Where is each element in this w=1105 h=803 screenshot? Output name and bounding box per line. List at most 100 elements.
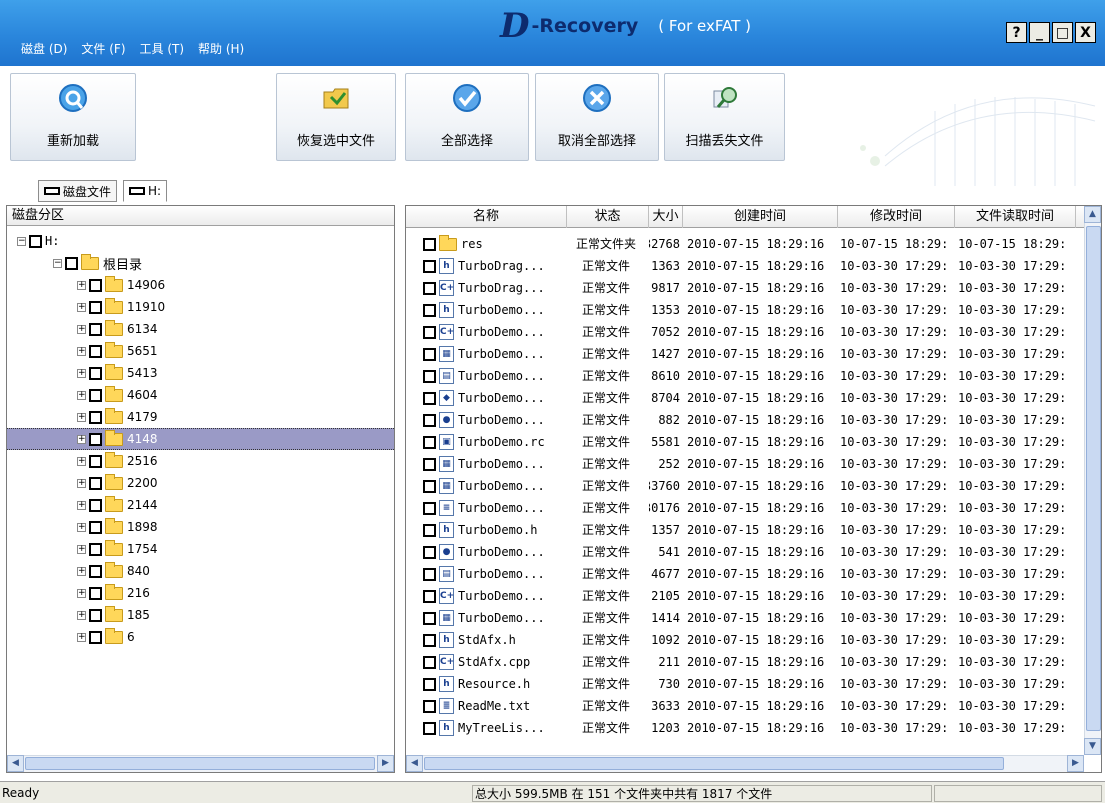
checkbox[interactable]	[423, 523, 436, 537]
scroll-right-arrow-icon[interactable]: ▶	[377, 755, 394, 772]
tree-node-folder[interactable]: +840	[7, 560, 394, 582]
expand-icon[interactable]: +	[77, 346, 86, 356]
checkbox[interactable]	[423, 391, 436, 405]
checkbox[interactable]	[423, 347, 436, 361]
help-button[interactable]: ?	[1006, 22, 1027, 43]
file-row[interactable]: ≡ TurboDemo... 正常文件 30176 2010-07-15 18:29:1…	[406, 497, 1082, 519]
checkbox[interactable]	[29, 234, 42, 248]
tree-node-folder[interactable]: +1754	[7, 538, 394, 560]
scroll-up-arrow-icon[interactable]: ▲	[1084, 206, 1101, 223]
menu-disk[interactable]: 磁盘 (D)	[21, 40, 67, 57]
column-modified[interactable]: 修改时间	[838, 206, 955, 228]
checkbox[interactable]	[89, 322, 102, 336]
checkbox[interactable]	[65, 256, 78, 270]
checkbox[interactable]	[423, 655, 436, 669]
maximize-button[interactable]: □	[1052, 22, 1073, 43]
tree-node-folder[interactable]: +2516	[7, 450, 394, 472]
list-horizontal-scrollbar[interactable]: ◀ ▶	[406, 755, 1084, 772]
checkbox[interactable]	[89, 278, 102, 292]
file-row[interactable]: ▦ TurboDemo... 正常文件 1427 2010-07-15 18:29:16…	[406, 343, 1082, 365]
column-name[interactable]: 名称	[406, 206, 567, 228]
file-row[interactable]: ▦ TurboDemo... 正常文件 33760 2010-07-15 18:29:1…	[406, 475, 1082, 497]
checkbox[interactable]	[89, 520, 102, 534]
tree-node-folder[interactable]: +4604	[7, 384, 394, 406]
file-row[interactable]: h Resource.h 正常文件 730 2010-07-15 18:29:16 10-…	[406, 673, 1082, 695]
checkbox[interactable]	[89, 564, 102, 578]
expand-icon[interactable]: +	[77, 500, 86, 510]
tree-node-folder[interactable]: +2144	[7, 494, 394, 516]
file-row[interactable]: ≣ ReadMe.txt 正常文件 3633 2010-07-15 18:29:16 10…	[406, 695, 1082, 717]
tree-node-folder[interactable]: +185	[7, 604, 394, 626]
checkbox[interactable]	[423, 259, 436, 273]
menu-help[interactable]: 帮助 (H)	[198, 40, 244, 57]
expand-icon[interactable]: +	[77, 522, 86, 532]
scroll-thumb[interactable]	[1086, 226, 1101, 731]
tab-disk-files[interactable]: 磁盘文件	[38, 180, 118, 202]
checkbox[interactable]	[423, 699, 436, 713]
menu-file[interactable]: 文件 (F)	[81, 40, 125, 57]
file-row[interactable]: C+ StdAfx.cpp 正常文件 211 2010-07-15 18:29:16 10…	[406, 651, 1082, 673]
file-row[interactable]: C+ TurboDemo... 正常文件 2105 2010-07-15 18:29:1…	[406, 585, 1082, 607]
checkbox[interactable]	[89, 608, 102, 622]
file-row[interactable]: res 正常文件夹 32768 2010-07-15 18:29:16 10-07-15…	[406, 233, 1082, 255]
checkbox[interactable]	[89, 454, 102, 468]
file-row[interactable]: ● TurboDemo... 正常文件 882 2010-07-15 18:29:16 1…	[406, 409, 1082, 431]
tree-node-folder[interactable]: +11910	[7, 296, 394, 318]
expand-icon[interactable]: +	[77, 412, 86, 422]
checkbox[interactable]	[423, 721, 436, 735]
file-row[interactable]: ▣ TurboDemo.rc 正常文件 5581 2010-07-15 18:29:16…	[406, 431, 1082, 453]
checkbox[interactable]	[89, 476, 102, 490]
select-all-button[interactable]: 全部选择	[405, 73, 529, 161]
checkbox[interactable]	[423, 303, 436, 317]
checkbox[interactable]	[89, 498, 102, 512]
file-row[interactable]: ◆ TurboDemo... 正常文件 8704 2010-07-15 18:29:16…	[406, 387, 1082, 409]
reload-button[interactable]: 重新加载	[10, 73, 136, 161]
checkbox[interactable]	[89, 586, 102, 600]
file-row[interactable]: ▤ TurboDemo... 正常文件 4677 2010-07-15 18:29:16…	[406, 563, 1082, 585]
tree-node-folder[interactable]: +2200	[7, 472, 394, 494]
checkbox[interactable]	[89, 410, 102, 424]
file-row[interactable]: h TurboDemo... 正常文件 1353 2010-07-15 18:29:16…	[406, 299, 1082, 321]
checkbox[interactable]	[423, 281, 436, 295]
expand-icon[interactable]: +	[77, 544, 86, 554]
checkbox[interactable]	[423, 633, 436, 647]
checkbox[interactable]	[423, 589, 436, 603]
expand-icon[interactable]: +	[77, 368, 86, 378]
checkbox[interactable]	[423, 369, 436, 383]
checkbox[interactable]	[423, 501, 436, 515]
checkbox[interactable]	[423, 567, 436, 581]
checkbox[interactable]	[423, 545, 436, 559]
menu-tools[interactable]: 工具 (T)	[140, 40, 185, 57]
file-row[interactable]: C+ TurboDrag... 正常文件 9817 2010-07-15 18:29:1…	[406, 277, 1082, 299]
scroll-right-arrow-icon[interactable]: ▶	[1067, 755, 1084, 772]
file-row[interactable]: h TurboDemo.h 正常文件 1357 2010-07-15 18:29:16 1…	[406, 519, 1082, 541]
tree-node-folder[interactable]: +14906	[7, 274, 394, 296]
checkbox[interactable]	[89, 630, 102, 644]
checkbox[interactable]	[423, 413, 436, 427]
expand-icon[interactable]: +	[77, 610, 86, 620]
checkbox[interactable]	[423, 237, 436, 251]
tree-node-folder[interactable]: +1898	[7, 516, 394, 538]
file-row[interactable]: ● TurboDemo... 正常文件 541 2010-07-15 18:29:16 1…	[406, 541, 1082, 563]
checkbox[interactable]	[89, 432, 102, 446]
expand-icon[interactable]: +	[77, 280, 86, 290]
expand-icon[interactable]: +	[77, 302, 86, 312]
file-row[interactable]: ▤ TurboDemo... 正常文件 8610 2010-07-15 18:29:16…	[406, 365, 1082, 387]
file-row[interactable]: ▦ TurboDemo... 正常文件 252 2010-07-15 18:29:16 1…	[406, 453, 1082, 475]
scroll-left-arrow-icon[interactable]: ◀	[406, 755, 423, 772]
column-created[interactable]: 创建时间	[683, 206, 838, 228]
column-status[interactable]: 状态	[567, 206, 649, 228]
checkbox[interactable]	[89, 542, 102, 556]
file-row[interactable]: h TurboDrag... 正常文件 1363 2010-07-15 18:29:16…	[406, 255, 1082, 277]
expand-icon[interactable]: +	[77, 588, 86, 598]
file-row[interactable]: h StdAfx.h 正常文件 1092 2010-07-15 18:29:16 10-0…	[406, 629, 1082, 651]
scroll-down-arrow-icon[interactable]: ▼	[1084, 738, 1101, 755]
tree-node-folder[interactable]: +216	[7, 582, 394, 604]
tree-node-folder[interactable]: +4179	[7, 406, 394, 428]
column-accessed[interactable]: 文件读取时间	[955, 206, 1076, 228]
expand-icon[interactable]: +	[77, 390, 86, 400]
tree-node-folder[interactable]: +6	[7, 626, 394, 648]
tree-node-folder[interactable]: +5413	[7, 362, 394, 384]
checkbox[interactable]	[423, 611, 436, 625]
tree-node-folder[interactable]: +6134	[7, 318, 394, 340]
